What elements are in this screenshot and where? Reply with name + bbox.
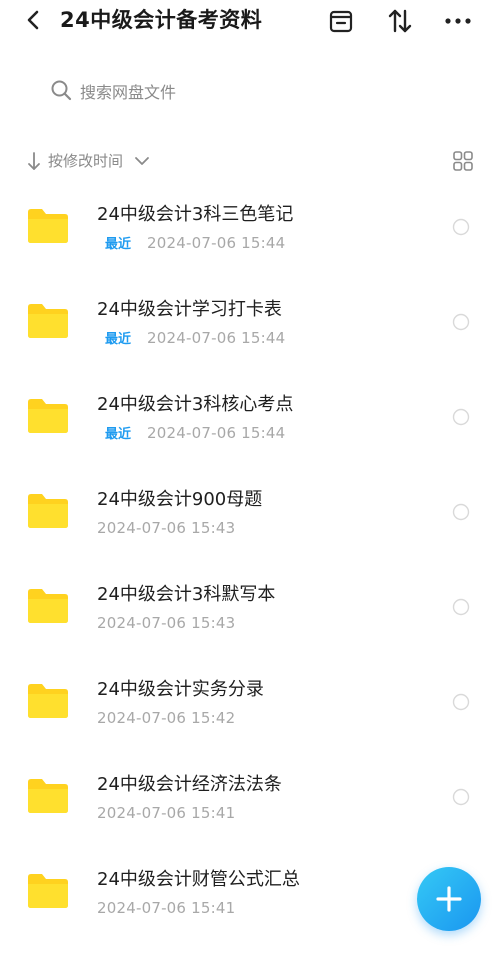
folder-icon <box>28 779 68 813</box>
list-item[interactable]: 24中级会计900母题 2024-07-06 15:43 <box>0 473 500 568</box>
file-meta: 2024-07-06 15:43 <box>97 517 235 539</box>
file-date: 2024-07-06 15:44 <box>147 423 286 442</box>
chevron-down-icon[interactable] <box>134 153 150 169</box>
select-circle-icon[interactable] <box>452 503 470 521</box>
file-name: 24中级会计3科三色笔记 <box>97 204 294 225</box>
search-icon <box>51 80 72 101</box>
recent-badge: 最近 <box>105 332 132 347</box>
file-name: 24中级会计实务分录 <box>97 679 264 700</box>
list-item[interactable]: 24中级会计经济法法条 2024-07-06 15:41 <box>0 758 500 853</box>
list-item[interactable]: 24中级会计3科默写本 2024-07-06 15:43 <box>0 568 500 663</box>
header-bar: 24中级会计备考资料 <box>0 0 500 44</box>
file-meta: 最近 2024-07-06 15:44 <box>97 232 285 254</box>
file-meta: 最近 2024-07-06 15:44 <box>97 422 285 444</box>
sort-swap-icon[interactable] <box>385 6 415 36</box>
folder-icon <box>28 209 68 243</box>
file-meta: 2024-07-06 15:43 <box>97 612 235 634</box>
list-item[interactable]: 24中级会计实务分录 2024-07-06 15:42 <box>0 663 500 758</box>
recent-badge: 最近 <box>105 427 132 442</box>
file-name: 24中级会计3科核心考点 <box>97 394 294 415</box>
file-meta: 2024-07-06 15:41 <box>97 897 235 919</box>
folder-icon <box>28 494 68 528</box>
search-bar[interactable]: 搜索网盘文件 <box>50 76 350 104</box>
file-name: 24中级会计900母题 <box>97 489 263 510</box>
list-item[interactable]: 24中级会计学习打卡表 最近 2024-07-06 15:44 <box>0 283 500 378</box>
more-dots-icon[interactable] <box>443 6 473 36</box>
file-meta: 2024-07-06 15:41 <box>97 802 235 824</box>
file-date: 2024-07-06 15:43 <box>97 613 236 632</box>
sort-dropdown[interactable]: 按修改时间 <box>48 150 123 171</box>
grid-view-icon[interactable] <box>452 150 474 172</box>
plus-icon <box>436 886 462 912</box>
list-item[interactable]: 24中级会计3科三色笔记 最近 2024-07-06 15:44 <box>0 188 500 283</box>
folder-icon <box>28 399 68 433</box>
file-name: 24中级会计经济法法条 <box>97 774 282 795</box>
select-circle-icon[interactable] <box>452 313 470 331</box>
search-input[interactable]: 搜索网盘文件 <box>80 79 176 103</box>
add-button[interactable] <box>417 867 481 931</box>
recent-badge: 最近 <box>105 237 132 252</box>
select-circle-icon[interactable] <box>452 218 470 236</box>
file-date: 2024-07-06 15:42 <box>97 708 236 727</box>
file-date: 2024-07-06 15:44 <box>147 328 286 347</box>
folder-icon <box>28 304 68 338</box>
select-circle-icon[interactable] <box>452 693 470 711</box>
select-circle-icon[interactable] <box>452 788 470 806</box>
file-name: 24中级会计学习打卡表 <box>97 299 282 320</box>
file-date: 2024-07-06 15:43 <box>97 518 236 537</box>
folder-icon <box>28 874 68 908</box>
transfer-box-icon[interactable] <box>326 6 356 36</box>
list-item[interactable]: 24中级会计3科核心考点 最近 2024-07-06 15:44 <box>0 378 500 473</box>
folder-icon <box>28 684 68 718</box>
select-circle-icon[interactable] <box>452 598 470 616</box>
folder-icon <box>28 589 68 623</box>
file-date: 2024-07-06 15:44 <box>147 233 286 252</box>
select-circle-icon[interactable] <box>452 408 470 426</box>
sort-down-arrow-icon <box>28 152 40 170</box>
file-date: 2024-07-06 15:41 <box>97 803 236 822</box>
file-meta: 最近 2024-07-06 15:44 <box>97 327 285 349</box>
file-name: 24中级会计3科默写本 <box>97 584 276 605</box>
page-title: 24中级会计备考资料 <box>60 8 263 32</box>
file-name: 24中级会计财管公式汇总 <box>97 869 300 890</box>
file-date: 2024-07-06 15:41 <box>97 898 236 917</box>
file-list: 24中级会计3科三色笔记 最近 2024-07-06 15:44 24中级会计学习… <box>0 188 500 948</box>
chevron-left-icon[interactable] <box>22 8 46 32</box>
file-meta: 2024-07-06 15:42 <box>97 707 235 729</box>
sort-bar: 按修改时间 <box>26 148 476 174</box>
